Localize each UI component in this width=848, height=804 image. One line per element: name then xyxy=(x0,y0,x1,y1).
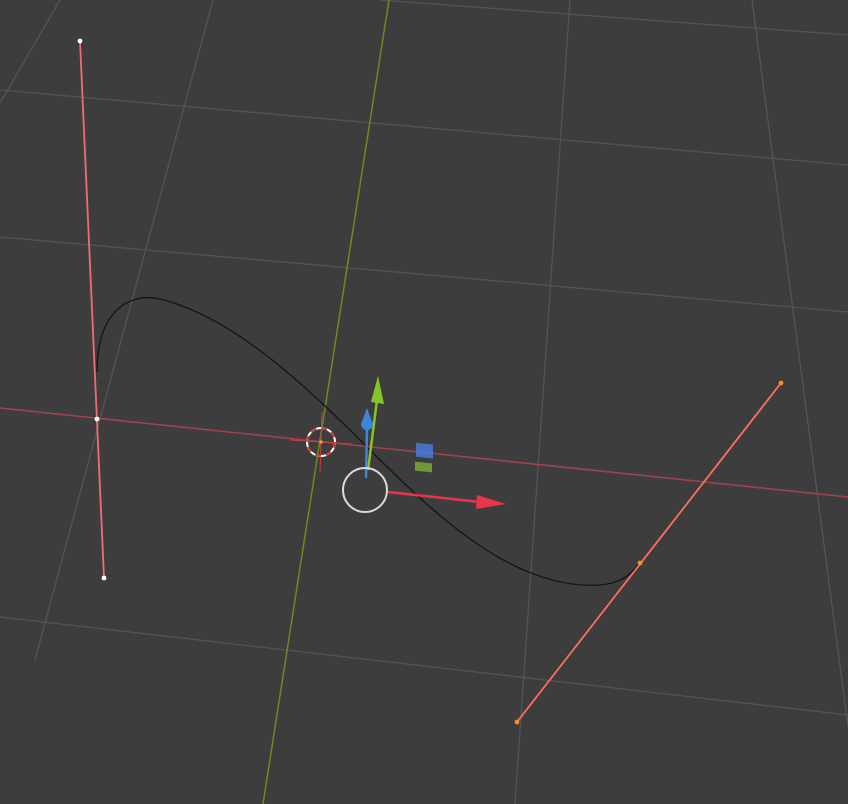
grid-line xyxy=(751,0,848,727)
right-handle-bottom-point[interactable] xyxy=(514,719,520,725)
left-control-point[interactable] xyxy=(94,416,100,422)
gizmo-y-shaft[interactable] xyxy=(366,399,379,471)
left-handle-line[interactable] xyxy=(79,40,105,579)
left-handle-bottom-point[interactable] xyxy=(101,575,107,581)
3d-cursor-center xyxy=(319,440,323,444)
gizmo-x-arrow-icon[interactable] xyxy=(476,495,506,509)
grid-line xyxy=(0,89,848,166)
gizmo-z-arrow-icon[interactable] xyxy=(361,408,373,430)
grid-line xyxy=(0,0,61,104)
bezier-curve[interactable] xyxy=(96,297,641,586)
grid-line xyxy=(0,236,848,313)
gizmo-plane-xz-handle[interactable] xyxy=(416,442,433,459)
gizmo-x-shaft[interactable] xyxy=(387,490,481,504)
left-handle-top-point[interactable] xyxy=(77,38,83,44)
gizmo-z-shaft[interactable] xyxy=(364,427,369,479)
y-axis-line xyxy=(262,0,390,804)
floor-grid xyxy=(0,0,848,804)
right-handle-line[interactable] xyxy=(516,382,782,723)
grid-line xyxy=(514,0,571,804)
grid-line xyxy=(379,0,848,36)
grid-line xyxy=(34,0,214,661)
gizmo-y-arrow-icon[interactable] xyxy=(371,376,384,404)
right-control-point[interactable] xyxy=(637,560,643,566)
viewport-canvas[interactable] xyxy=(0,0,848,804)
3d-viewport[interactable] xyxy=(0,0,848,804)
transform-gizmo[interactable] xyxy=(342,376,506,513)
grid-line xyxy=(0,616,848,716)
gizmo-plane-xy-handle[interactable] xyxy=(415,461,432,473)
right-handle-top-point[interactable] xyxy=(778,380,784,386)
3d-cursor[interactable] xyxy=(289,411,353,473)
